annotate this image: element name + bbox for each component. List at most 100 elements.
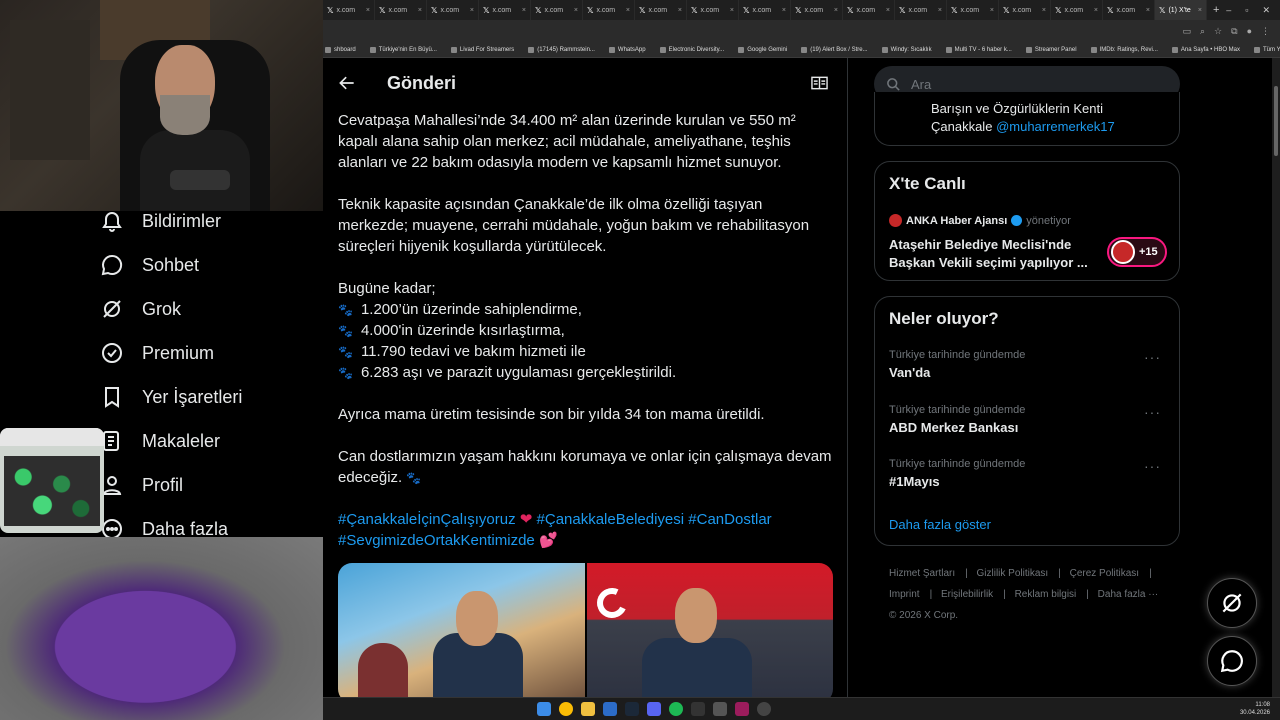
- start-icon[interactable]: [537, 702, 551, 716]
- star-icon[interactable]: ☆: [1214, 26, 1222, 37]
- app-icon[interactable]: [757, 702, 771, 716]
- close-icon[interactable]: ×: [886, 7, 890, 14]
- bookmark-item[interactable]: (19) Alert Box / Stre...: [801, 46, 868, 53]
- footer-link[interactable]: Erişilebilirlik: [941, 589, 993, 600]
- live-headline[interactable]: Ataşehir Belediye Meclisi'nde Başkan Veki…: [889, 236, 1088, 272]
- taskbar-clock[interactable]: 11:08 30.04.2026: [1240, 701, 1270, 717]
- extensions-icon[interactable]: ⧉: [1231, 26, 1237, 37]
- browser-tab[interactable]: 𝕏x.com ×: [791, 0, 843, 20]
- close-icon[interactable]: ×: [1146, 7, 1150, 14]
- profile-icon[interactable]: ●: [1247, 26, 1252, 36]
- chrome-icon[interactable]: [559, 702, 573, 716]
- nav-articles[interactable]: Makaleler: [100, 426, 220, 456]
- nav-profile[interactable]: Profil: [100, 470, 183, 500]
- post-image[interactable]: [586, 563, 833, 703]
- live-host[interactable]: ANKA Haber Ajansı: [906, 215, 1007, 227]
- app-icon[interactable]: [603, 702, 617, 716]
- app-icon[interactable]: [713, 702, 727, 716]
- nav-premium[interactable]: Premium: [100, 338, 214, 368]
- close-icon[interactable]: ×: [1094, 7, 1098, 14]
- bookmark-item[interactable]: WhatsApp: [608, 46, 646, 53]
- close-icon[interactable]: ×: [626, 7, 630, 14]
- close-icon[interactable]: ×: [990, 7, 994, 14]
- new-tab-button[interactable]: +: [1207, 4, 1225, 16]
- browser-tab[interactable]: 𝕏x.com ×: [635, 0, 687, 20]
- discord-icon[interactable]: [647, 702, 661, 716]
- footer-link[interactable]: Imprint: [889, 589, 920, 600]
- back-arrow-icon[interactable]: [337, 73, 357, 93]
- page-scrollbar[interactable]: [1272, 58, 1280, 706]
- footer-link[interactable]: Çerez Politikası: [1070, 568, 1139, 579]
- browser-tab[interactable]: 𝕏x.com ×: [375, 0, 427, 20]
- bookmark-item[interactable]: Ana Sayfa • HBO Max: [1171, 46, 1240, 53]
- bookmark-item[interactable]: Türkiye'nin En Büyü...: [369, 46, 437, 53]
- close-icon[interactable]: ×: [1042, 7, 1046, 14]
- close-icon[interactable]: ×: [418, 7, 422, 14]
- browser-tab[interactable]: 𝕏x.com ×: [1103, 0, 1155, 20]
- browser-tab[interactable]: 𝕏x.com ×: [583, 0, 635, 20]
- more-icon[interactable]: ···: [1144, 458, 1161, 474]
- bookmark-item[interactable]: Livad For Streamers: [450, 46, 514, 53]
- spotify-icon[interactable]: [669, 702, 683, 716]
- cast-icon[interactable]: ▭: [1182, 26, 1191, 37]
- epic-games-icon[interactable]: [691, 702, 705, 716]
- trend-item[interactable]: Türkiye tarihinde gündemde Van'da ···: [889, 349, 1169, 380]
- browser-tab[interactable]: 𝕏x.com ×: [739, 0, 791, 20]
- browser-tab[interactable]: 𝕏x.com ×: [1051, 0, 1103, 20]
- nav-notifications[interactable]: Bildirimler: [100, 206, 221, 236]
- bookmark-item[interactable]: Streamer Panel: [1025, 46, 1077, 53]
- footer-link[interactable]: Daha fazla ···: [1098, 589, 1159, 600]
- browser-tab[interactable]: 𝕏x.com ×: [895, 0, 947, 20]
- bookmark-item[interactable]: Google Gemini: [738, 46, 787, 53]
- browser-tab[interactable]: 𝕏 (1) X'te ×: [1155, 0, 1207, 20]
- close-icon[interactable]: ×: [574, 7, 578, 14]
- browser-tab[interactable]: 𝕏x.com ×: [947, 0, 999, 20]
- messages-fab-button[interactable]: [1207, 636, 1257, 686]
- trend-item[interactable]: Türkiye tarihinde gündemde #1Mayıs ···: [889, 458, 1169, 489]
- browser-tab[interactable]: 𝕏x.com ×: [323, 0, 375, 20]
- close-icon[interactable]: ×: [522, 7, 526, 14]
- bookmark-item[interactable]: Windy: Sıcaklık: [881, 46, 932, 53]
- hashtag-link[interactable]: #CanDostlar: [688, 511, 771, 528]
- hashtag-link[interactable]: #SevgimizdeOrtakKentimizde: [338, 532, 535, 549]
- browser-tab[interactable]: 𝕏x.com ×: [479, 0, 531, 20]
- browser-tab[interactable]: 𝕏x.com ×: [687, 0, 739, 20]
- nav-grok[interactable]: Grok: [100, 294, 181, 324]
- nav-chat[interactable]: Sohbet: [100, 250, 199, 280]
- bookmark-item[interactable]: Electronic Diversity...: [659, 46, 724, 53]
- browser-tab[interactable]: 𝕏x.com ×: [999, 0, 1051, 20]
- close-icon[interactable]: ×: [938, 7, 942, 14]
- grok-fab-button[interactable]: [1207, 578, 1257, 628]
- browser-tab[interactable]: 𝕏x.com ×: [427, 0, 479, 20]
- footer-link[interactable]: Gizlilik Politikası: [977, 568, 1049, 579]
- hashtag-link[interactable]: #ÇanakkaleİçinÇalışıyoruz: [338, 511, 516, 528]
- browser-tab[interactable]: 𝕏x.com ×: [843, 0, 895, 20]
- hashtag-link[interactable]: #ÇanakkaleBelediyesi: [537, 511, 685, 528]
- zoom-icon[interactable]: ⌕: [1200, 26, 1205, 37]
- post-media[interactable]: [338, 563, 833, 703]
- footer-link[interactable]: Hizmet Şartları: [889, 568, 955, 579]
- close-icon[interactable]: ×: [1198, 7, 1202, 14]
- trend-item[interactable]: Türkiye tarihinde gündemde ABD Merkez Ba…: [889, 404, 1169, 435]
- profile-handle-link[interactable]: @muharremerkek17: [996, 119, 1115, 134]
- close-icon[interactable]: ×: [678, 7, 682, 14]
- minimize-icon[interactable]: –: [1226, 5, 1231, 16]
- close-icon[interactable]: ×: [366, 7, 370, 14]
- nav-bookmarks[interactable]: Yer İşaretleri: [100, 382, 242, 412]
- bookmark-item[interactable]: Multi TV - 6 haber k...: [945, 46, 1012, 53]
- show-more-link[interactable]: Daha fazla göster: [889, 517, 991, 532]
- browser-tab[interactable]: 𝕏x.com ×: [531, 0, 583, 20]
- steam-icon[interactable]: [625, 702, 639, 716]
- post-image[interactable]: [338, 563, 585, 703]
- more-icon[interactable]: ···: [1144, 349, 1161, 365]
- menu-icon[interactable]: ⋮: [1261, 26, 1270, 37]
- close-icon[interactable]: ×: [470, 7, 474, 14]
- close-icon[interactable]: ×: [730, 7, 734, 14]
- bookmark-item[interactable]: Tüm Yer İşaretleri: [1254, 46, 1280, 53]
- reader-mode-icon[interactable]: [811, 76, 828, 90]
- bookmark-item[interactable]: (17145) Rammstein...: [528, 46, 595, 53]
- scrollbar-thumb[interactable]: [1274, 86, 1278, 156]
- footer-link[interactable]: Reklam bilgisi: [1015, 589, 1077, 600]
- app-icon[interactable]: [735, 702, 749, 716]
- more-icon[interactable]: ···: [1144, 404, 1161, 420]
